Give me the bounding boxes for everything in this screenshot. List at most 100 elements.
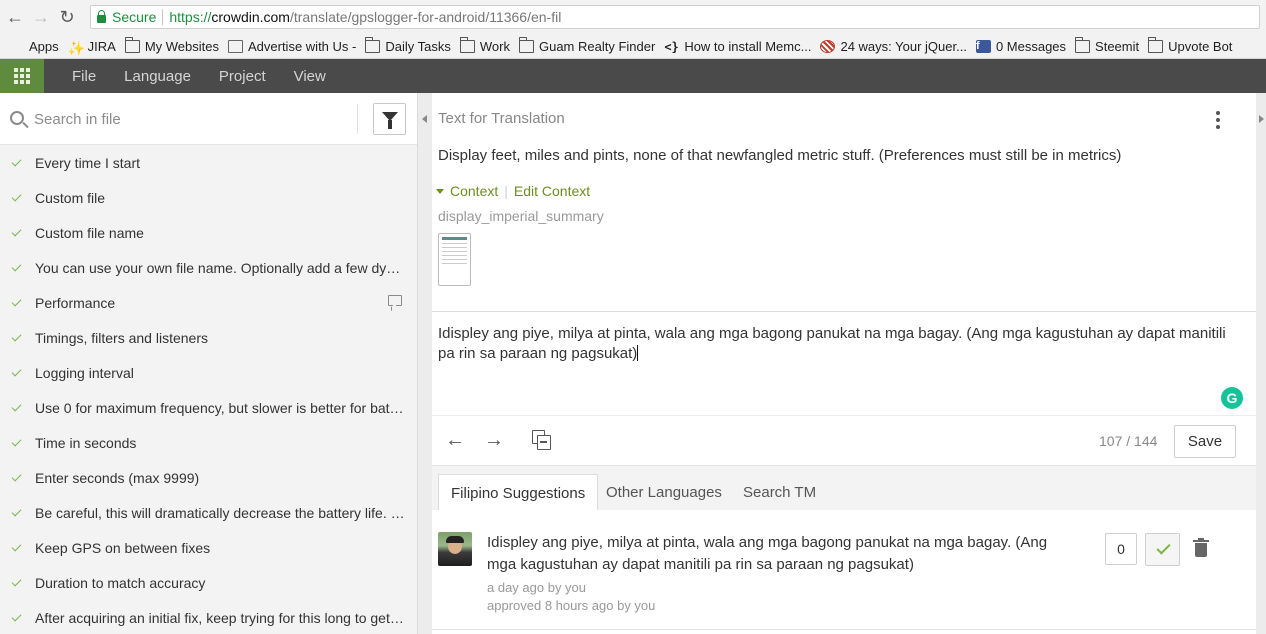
bookmark-advertise[interactable]: Advertise with Us - [227,39,356,54]
reload-icon[interactable]: ↻ [56,6,78,28]
string-text: Be careful, this will dramatically decre… [35,504,405,521]
list-item[interactable]: Keep GPS on between fixes [0,530,417,565]
bookmark-memcache[interactable]: <} How to install Memc... [664,39,811,54]
search-input[interactable] [34,107,344,131]
folder-icon [459,36,475,53]
next-string-arrow-icon[interactable]: → [484,430,504,450]
check-icon [11,366,22,377]
list-item[interactable]: Logging interval [0,355,417,390]
bookmark-label: Daily Tasks [385,38,451,54]
list-item[interactable]: Use 0 for maximum frequency, but slower … [0,390,417,425]
bookmark-label: Apps [29,38,59,54]
check-icon [11,541,22,552]
vote-count[interactable]: 0 [1105,533,1137,565]
ways-icon [820,39,836,53]
check-icon [11,611,22,622]
forward-arrow-icon[interactable]: → [30,6,52,28]
tab-filipino-suggestions[interactable]: Filipino Suggestions [438,474,599,511]
bookmark-daily-tasks[interactable]: Daily Tasks [365,36,451,54]
tab-search-tm[interactable]: Search TM [731,474,828,511]
comment-icon[interactable] [388,295,402,306]
list-item[interactable]: Timings, filters and listeners [0,320,417,355]
caret-down-icon [436,188,444,194]
chevron-right-icon [1259,115,1264,123]
folder-icon [124,36,140,53]
collapse-right-handle[interactable] [1256,93,1266,634]
app-grid-button[interactable] [0,59,44,93]
grid-icon [14,68,30,84]
address-bar[interactable]: Secure https:// crowdin.com /translate/g… [90,5,1260,29]
screenshot-thumbnail[interactable] [438,233,471,286]
list-item[interactable]: Time in seconds [0,425,417,460]
omnibox-separator [162,9,164,25]
filter-icon [381,111,398,129]
tab-other-languages[interactable]: Other Languages [594,474,734,511]
check-icon [11,436,22,447]
save-button[interactable]: Save [1174,425,1236,458]
back-arrow-icon[interactable]: ← [4,6,26,28]
approve-button[interactable] [1145,533,1180,566]
suggestion-text[interactable]: Idispley ang piye, milya at pinta, wala … [487,532,1067,576]
menu-project[interactable]: Project [219,68,266,85]
list-item[interactable]: Duration to match accuracy [0,565,417,600]
bookmark-jira[interactable]: ✨ JIRA [68,39,116,56]
context-toggle[interactable]: Context [450,183,498,199]
bookmark-label: 0 Messages [995,38,1067,54]
list-item[interactable]: Performance [0,285,417,320]
filter-button[interactable] [373,103,406,135]
collapse-left-handle[interactable] [418,93,432,634]
copy-source-icon[interactable] [532,430,552,450]
trash-icon[interactable] [1193,538,1209,557]
suggestion-tabs: Filipino Suggestions Other Languages Sea… [432,465,1256,511]
list-item[interactable]: You can use your own file name. Optional… [0,250,417,285]
bookmark-upvote-bot[interactable]: Upvote Bot [1148,36,1232,54]
menu-view[interactable]: View [294,68,326,85]
bookmark-messages[interactable]: f 0 Messages [975,38,1067,54]
check-icon [11,471,22,482]
string-text: After acquiring an initial fix, keep try… [35,609,405,626]
list-item[interactable]: Custom file [0,180,417,215]
list-item[interactable]: After acquiring an initial fix, keep try… [0,600,417,634]
edit-context-link[interactable]: Edit Context [514,183,590,199]
more-options-icon[interactable] [1216,111,1220,129]
bookmark-apps[interactable]: Apps [9,39,59,54]
list-item[interactable]: Be careful, this will dramatically decre… [0,495,417,530]
suggestion-approved: approved 8 hours ago by you [487,598,656,613]
translation-text: Idispley ang piye, milya at pinta, wala … [438,325,1226,362]
url-host: crowdin.com [211,9,290,25]
translation-input[interactable]: Idispley ang piye, milya at pinta, wala … [438,324,1238,364]
bookmark-work[interactable]: Work [459,36,510,54]
string-text: Every time I start [35,154,141,171]
string-text: Custom file [35,189,106,206]
previous-string-arrow-icon[interactable]: ← [445,430,465,450]
suggestion-item: Idispley ang piye, milya at pinta, wala … [432,510,1256,634]
list-item[interactable]: Enter seconds (max 9999) [0,460,417,495]
string-text: Logging interval [35,364,134,381]
app-toolbar: File Language Project View [0,59,1266,93]
list-item[interactable]: Every time I start [0,145,417,180]
check-icon [11,401,22,412]
string-text: Keep GPS on between fixes [35,539,211,556]
menu-language[interactable]: Language [124,68,191,85]
string-text: You can use your own file name. Optional… [35,259,405,276]
editor-divider [432,311,1256,312]
folder-icon [1075,36,1091,53]
bookmark-my-websites[interactable]: My Websites [124,36,219,54]
menu-file[interactable]: File [72,68,96,85]
grammarly-icon[interactable]: G [1221,387,1243,409]
bookmark-label: How to install Memc... [684,38,812,54]
bookmark-24ways[interactable]: 24 ways: Your jQuer... [820,38,967,54]
string-text: Duration to match accuracy [35,574,206,591]
url-scheme: https:// [169,9,212,25]
string-text: Time in seconds [35,434,137,451]
bookmark-steemit[interactable]: Steemit [1075,36,1139,54]
check-icon [11,506,22,517]
string-list: Every time I start Custom file Custom fi… [0,145,417,634]
list-item[interactable]: Custom file name [0,215,417,250]
string-text: Enter seconds (max 9999) [35,469,200,486]
bookmark-label: 24 ways: Your jQuer... [840,38,967,54]
folder-icon [365,36,381,53]
string-text: Custom file name [35,224,144,241]
bookmark-guam-realty[interactable]: Guam Realty Finder [518,36,655,54]
bookmark-label: My Websites [144,38,219,54]
